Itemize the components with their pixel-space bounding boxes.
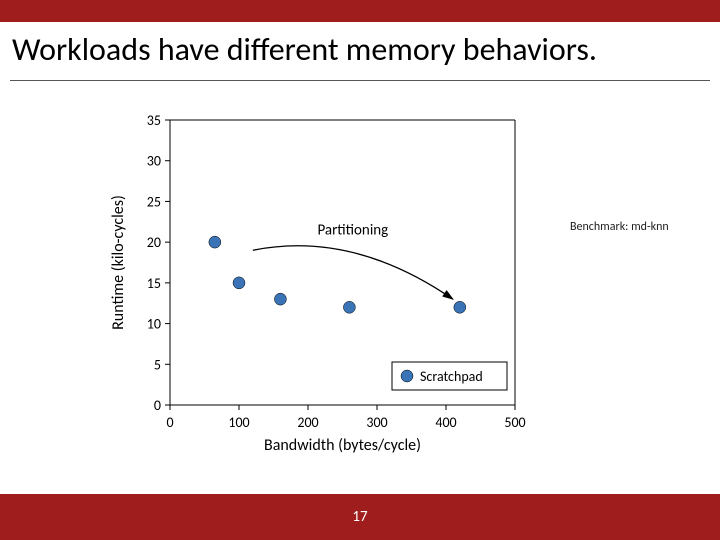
slide-top-accent (0, 0, 720, 22)
svg-text:Scratchpad: Scratchpad (420, 368, 483, 385)
svg-text:200: 200 (297, 414, 318, 431)
benchmark-note: Benchmark: md-knn (570, 220, 669, 234)
svg-text:0: 0 (154, 397, 161, 414)
svg-text:Partitioning: Partitioning (317, 221, 388, 239)
svg-text:400: 400 (435, 414, 456, 431)
svg-text:5: 5 (154, 356, 161, 373)
svg-text:100: 100 (228, 414, 249, 431)
svg-text:35: 35 (147, 112, 161, 129)
svg-text:Bandwidth (bytes/cycle): Bandwidth (bytes/cycle) (264, 436, 421, 455)
svg-text:15: 15 (147, 275, 161, 292)
svg-text:Runtime (kilo-cycles): Runtime (kilo-cycles) (109, 195, 128, 330)
svg-text:500: 500 (504, 414, 525, 431)
svg-text:300: 300 (366, 414, 387, 431)
svg-text:0: 0 (166, 414, 173, 431)
svg-text:30: 30 (147, 153, 161, 170)
title-underline (10, 80, 710, 81)
svg-text:20: 20 (147, 234, 161, 251)
svg-text:10: 10 (147, 316, 161, 333)
slide-title: Workloads have different memory behavior… (12, 30, 597, 69)
scatter-chart: 0 5 10 15 20 25 30 35 0 100 200 300 400 500 Bandwidth … (105, 105, 535, 485)
slide-page-number: 17 (0, 494, 720, 540)
svg-text:25: 25 (147, 193, 161, 210)
